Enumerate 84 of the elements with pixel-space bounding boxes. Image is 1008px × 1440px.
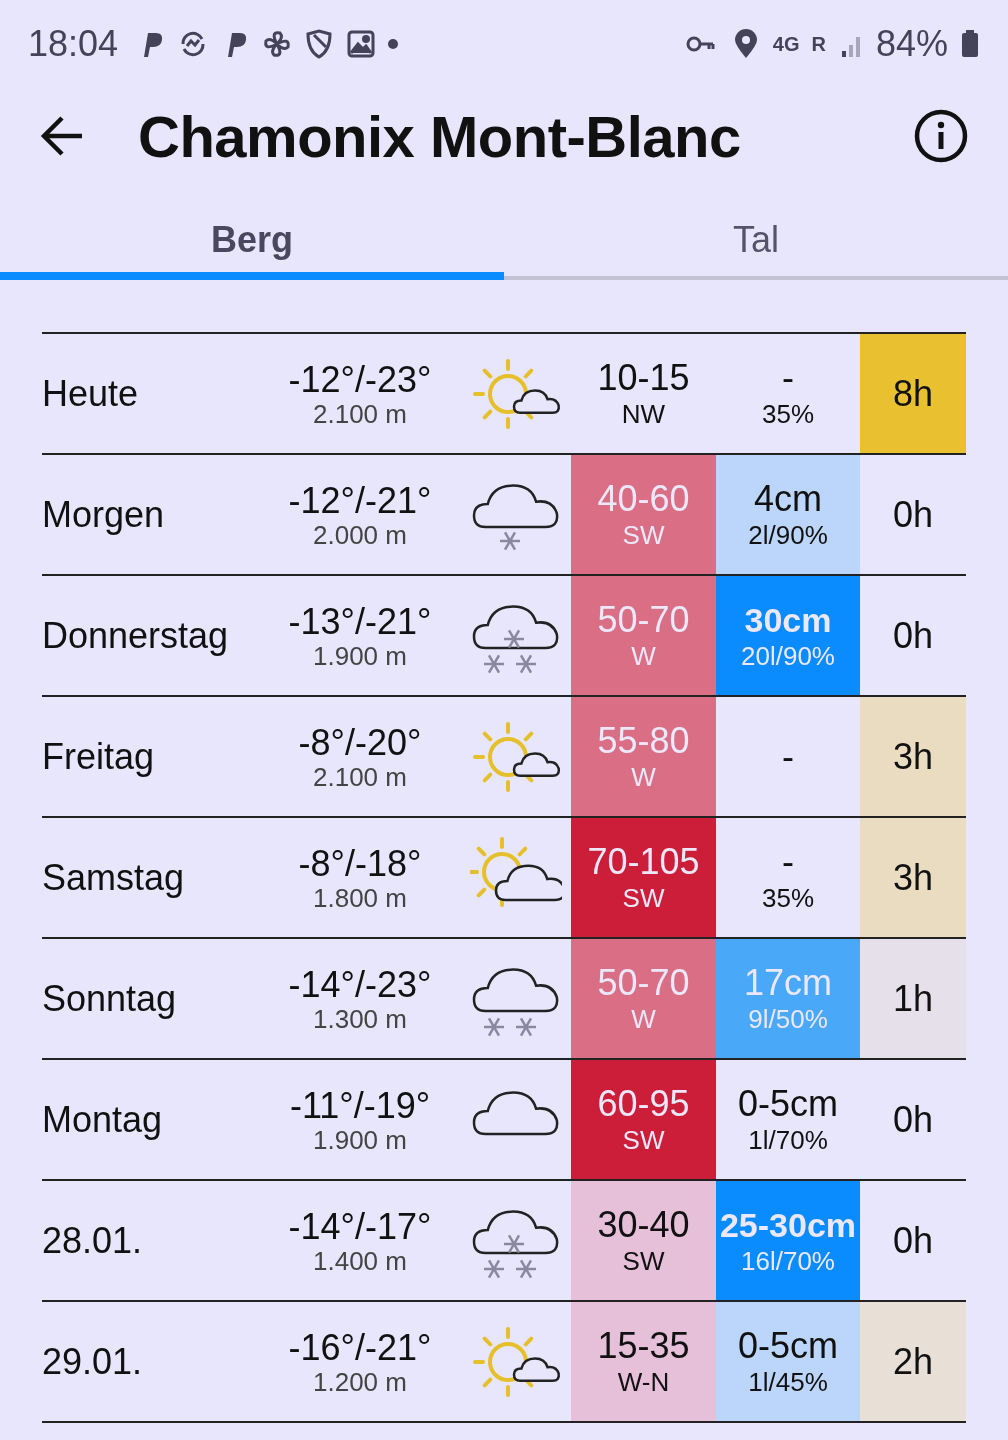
temperature: -12°/-21° <box>288 480 432 521</box>
temperature: -8°/-18° <box>298 843 422 884</box>
snow-detail: 35% <box>761 881 814 914</box>
battery-percent: 84% <box>875 23 948 65</box>
network-type: 4G <box>772 34 800 54</box>
wind-speed: 60-95 <box>597 1083 690 1124</box>
wind-speed: 40-60 <box>597 478 690 519</box>
image-icon <box>346 29 377 59</box>
day-label: Montag <box>42 1098 164 1141</box>
day-label: Heute <box>42 372 140 415</box>
snow-amount: 0-5cm <box>738 1325 838 1366</box>
altitude: 1.900 m <box>313 641 407 670</box>
shield-icon <box>304 29 335 59</box>
pinwheel-icon <box>262 29 293 59</box>
temperature: -14°/-23° <box>288 964 432 1005</box>
wind-direction: SW <box>622 1123 665 1156</box>
temperature: -14°/-17° <box>288 1206 432 1247</box>
page-title: Chamonix Mont-Blanc <box>138 102 742 170</box>
wind-direction: W <box>631 760 656 793</box>
snow-amount: 4cm <box>754 478 822 519</box>
day-label: Freitag <box>42 735 156 778</box>
altitude: 1.400 m <box>313 1246 407 1275</box>
roaming-indicator: R <box>811 34 826 54</box>
wind-direction: W <box>631 639 656 672</box>
wind-direction: W <box>631 1002 656 1035</box>
wind-speed: 50-70 <box>597 962 690 1003</box>
temperature: -8°/-20° <box>298 722 422 763</box>
wind-speed: 30-40 <box>597 1204 690 1245</box>
snow-amount: - <box>782 736 794 777</box>
wind-speed: 70-105 <box>587 841 700 882</box>
tab[interactable]: Tal <box>504 208 1008 280</box>
altitude: 1.200 m <box>313 1367 407 1396</box>
info-button[interactable] <box>914 109 968 163</box>
wind-speed: 50-70 <box>597 599 690 640</box>
altitude: 1.800 m <box>313 883 407 912</box>
wind-direction: SW <box>622 881 665 914</box>
sun-hours: 2h <box>892 1341 933 1382</box>
tab[interactable]: Berg <box>0 208 504 280</box>
wind-speed: 10-15 <box>597 357 690 398</box>
day-label: Morgen <box>42 493 166 536</box>
snow-amount: 17cm <box>744 962 832 1003</box>
day-label: 28.01. <box>42 1219 144 1262</box>
snow-amount: - <box>782 357 794 398</box>
snow-detail: 16l/70% <box>741 1244 835 1277</box>
snow-detail: 20l/90% <box>741 639 835 672</box>
temperature: -12°/-23° <box>288 359 432 400</box>
sun-hours: 0h <box>892 494 933 535</box>
wind-speed: 55-80 <box>597 720 690 761</box>
sun-hours: 0h <box>892 1220 933 1261</box>
wind-direction: NW <box>621 397 666 430</box>
day-label: Donnerstag <box>42 614 230 657</box>
altitude: 1.900 m <box>313 1125 407 1154</box>
day-label: Samstag <box>42 856 186 899</box>
sun-hours: 0h <box>892 615 933 656</box>
temperature: -11°/-19° <box>289 1085 431 1126</box>
wind-direction: SW <box>622 518 665 551</box>
dot-icon <box>388 39 399 49</box>
snow-amount: 25-30cm <box>719 1204 857 1245</box>
snow-detail: 9l/50% <box>748 1002 828 1035</box>
wind-direction: W-N <box>617 1365 670 1398</box>
snow-amount: - <box>782 841 794 882</box>
altitude: 2.000 m <box>313 520 407 549</box>
temperature: -13°/-21° <box>288 601 432 642</box>
status-time: 18:04 <box>28 23 119 65</box>
snow-amount: 30cm <box>744 599 832 640</box>
temperature: -16°/-21° <box>288 1327 432 1368</box>
altitude: 2.100 m <box>313 762 407 791</box>
sun-hours: 3h <box>892 736 933 777</box>
snow-detail: 35% <box>761 397 814 430</box>
altitude: 2.100 m <box>313 399 407 428</box>
battery-icon <box>960 29 980 59</box>
sun-hours: 0h <box>892 1099 933 1140</box>
wind-direction: SW <box>622 1244 665 1277</box>
snow-detail: 1l/45% <box>748 1365 828 1398</box>
snow-amount: 0-5cm <box>738 1083 838 1124</box>
altitude: 1.300 m <box>313 1004 407 1033</box>
snow-detail: 2l/90% <box>748 518 828 551</box>
sun-hours: 8h <box>892 373 933 414</box>
day-label: Sonntag <box>42 977 178 1020</box>
sun-hours: 3h <box>892 857 933 898</box>
wind-speed: 15-35 <box>597 1325 690 1366</box>
sun-hours: 1h <box>892 978 933 1019</box>
day-label: 29.01. <box>42 1340 144 1383</box>
snow-detail: 1l/70% <box>748 1123 828 1156</box>
